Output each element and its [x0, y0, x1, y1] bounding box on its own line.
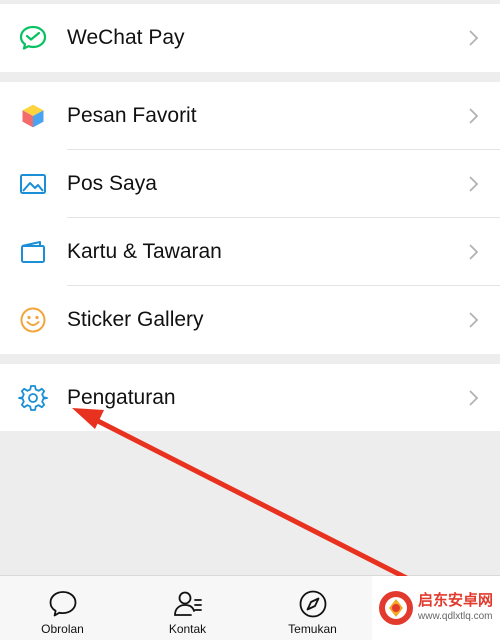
features-group: Pesan Favorit Pos Saya Kartu & Tawaran S… — [0, 82, 500, 354]
empty-area — [0, 431, 500, 576]
tab-discover[interactable]: Temukan — [250, 576, 375, 640]
menu-item-cards-offers[interactable]: Kartu & Tawaran — [0, 218, 500, 286]
tab-label: Obrolan — [41, 622, 84, 636]
chevron-right-icon — [469, 312, 479, 328]
chevron-right-icon — [469, 390, 479, 406]
watermark: 启东安卓网 www.qdlxtlq.com — [372, 576, 500, 640]
section-separator — [0, 72, 500, 82]
chevron-right-icon — [469, 30, 479, 46]
menu-item-label: Pengaturan — [67, 386, 176, 409]
menu-item-label: Sticker Gallery — [67, 308, 204, 331]
chevron-right-icon — [469, 244, 479, 260]
pay-group: WeChat Pay — [0, 4, 500, 72]
menu-item-sticker-gallery[interactable]: Sticker Gallery — [0, 286, 500, 354]
menu-item-favorites[interactable]: Pesan Favorit — [0, 82, 500, 150]
watermark-logo-icon — [379, 591, 413, 625]
contacts-icon — [173, 591, 202, 616]
card-icon — [18, 237, 48, 267]
menu-item-label: Pesan Favorit — [67, 104, 197, 127]
watermark-url: www.qdlxtlq.com — [418, 611, 493, 622]
settings-group: Pengaturan — [0, 364, 500, 432]
section-separator — [0, 354, 500, 364]
chevron-right-icon — [469, 108, 479, 124]
tab-label: Kontak — [168, 622, 207, 636]
chevron-right-icon — [469, 176, 479, 192]
tab-chats[interactable]: Obrolan — [0, 576, 125, 640]
menu-item-settings[interactable]: Pengaturan — [0, 364, 500, 432]
tab-contacts[interactable]: Kontak — [125, 576, 250, 640]
chat-bubble-icon — [49, 591, 76, 617]
photo-icon — [18, 169, 48, 199]
menu-item-wechat-pay[interactable]: WeChat Pay — [0, 4, 500, 72]
menu-item-label: WeChat Pay — [67, 26, 185, 49]
tab-label: Temukan — [288, 622, 337, 636]
gear-icon — [18, 383, 48, 413]
watermark-title: 启东安卓网 — [418, 592, 494, 609]
menu-item-label: Kartu & Tawaran — [67, 240, 222, 263]
smiley-icon — [18, 305, 48, 335]
menu-item-moments[interactable]: Pos Saya — [0, 150, 500, 218]
compass-icon — [299, 590, 326, 618]
wechat-pay-icon — [18, 23, 48, 53]
favorites-cube-icon — [18, 101, 48, 131]
menu-item-label: Pos Saya — [67, 172, 157, 195]
